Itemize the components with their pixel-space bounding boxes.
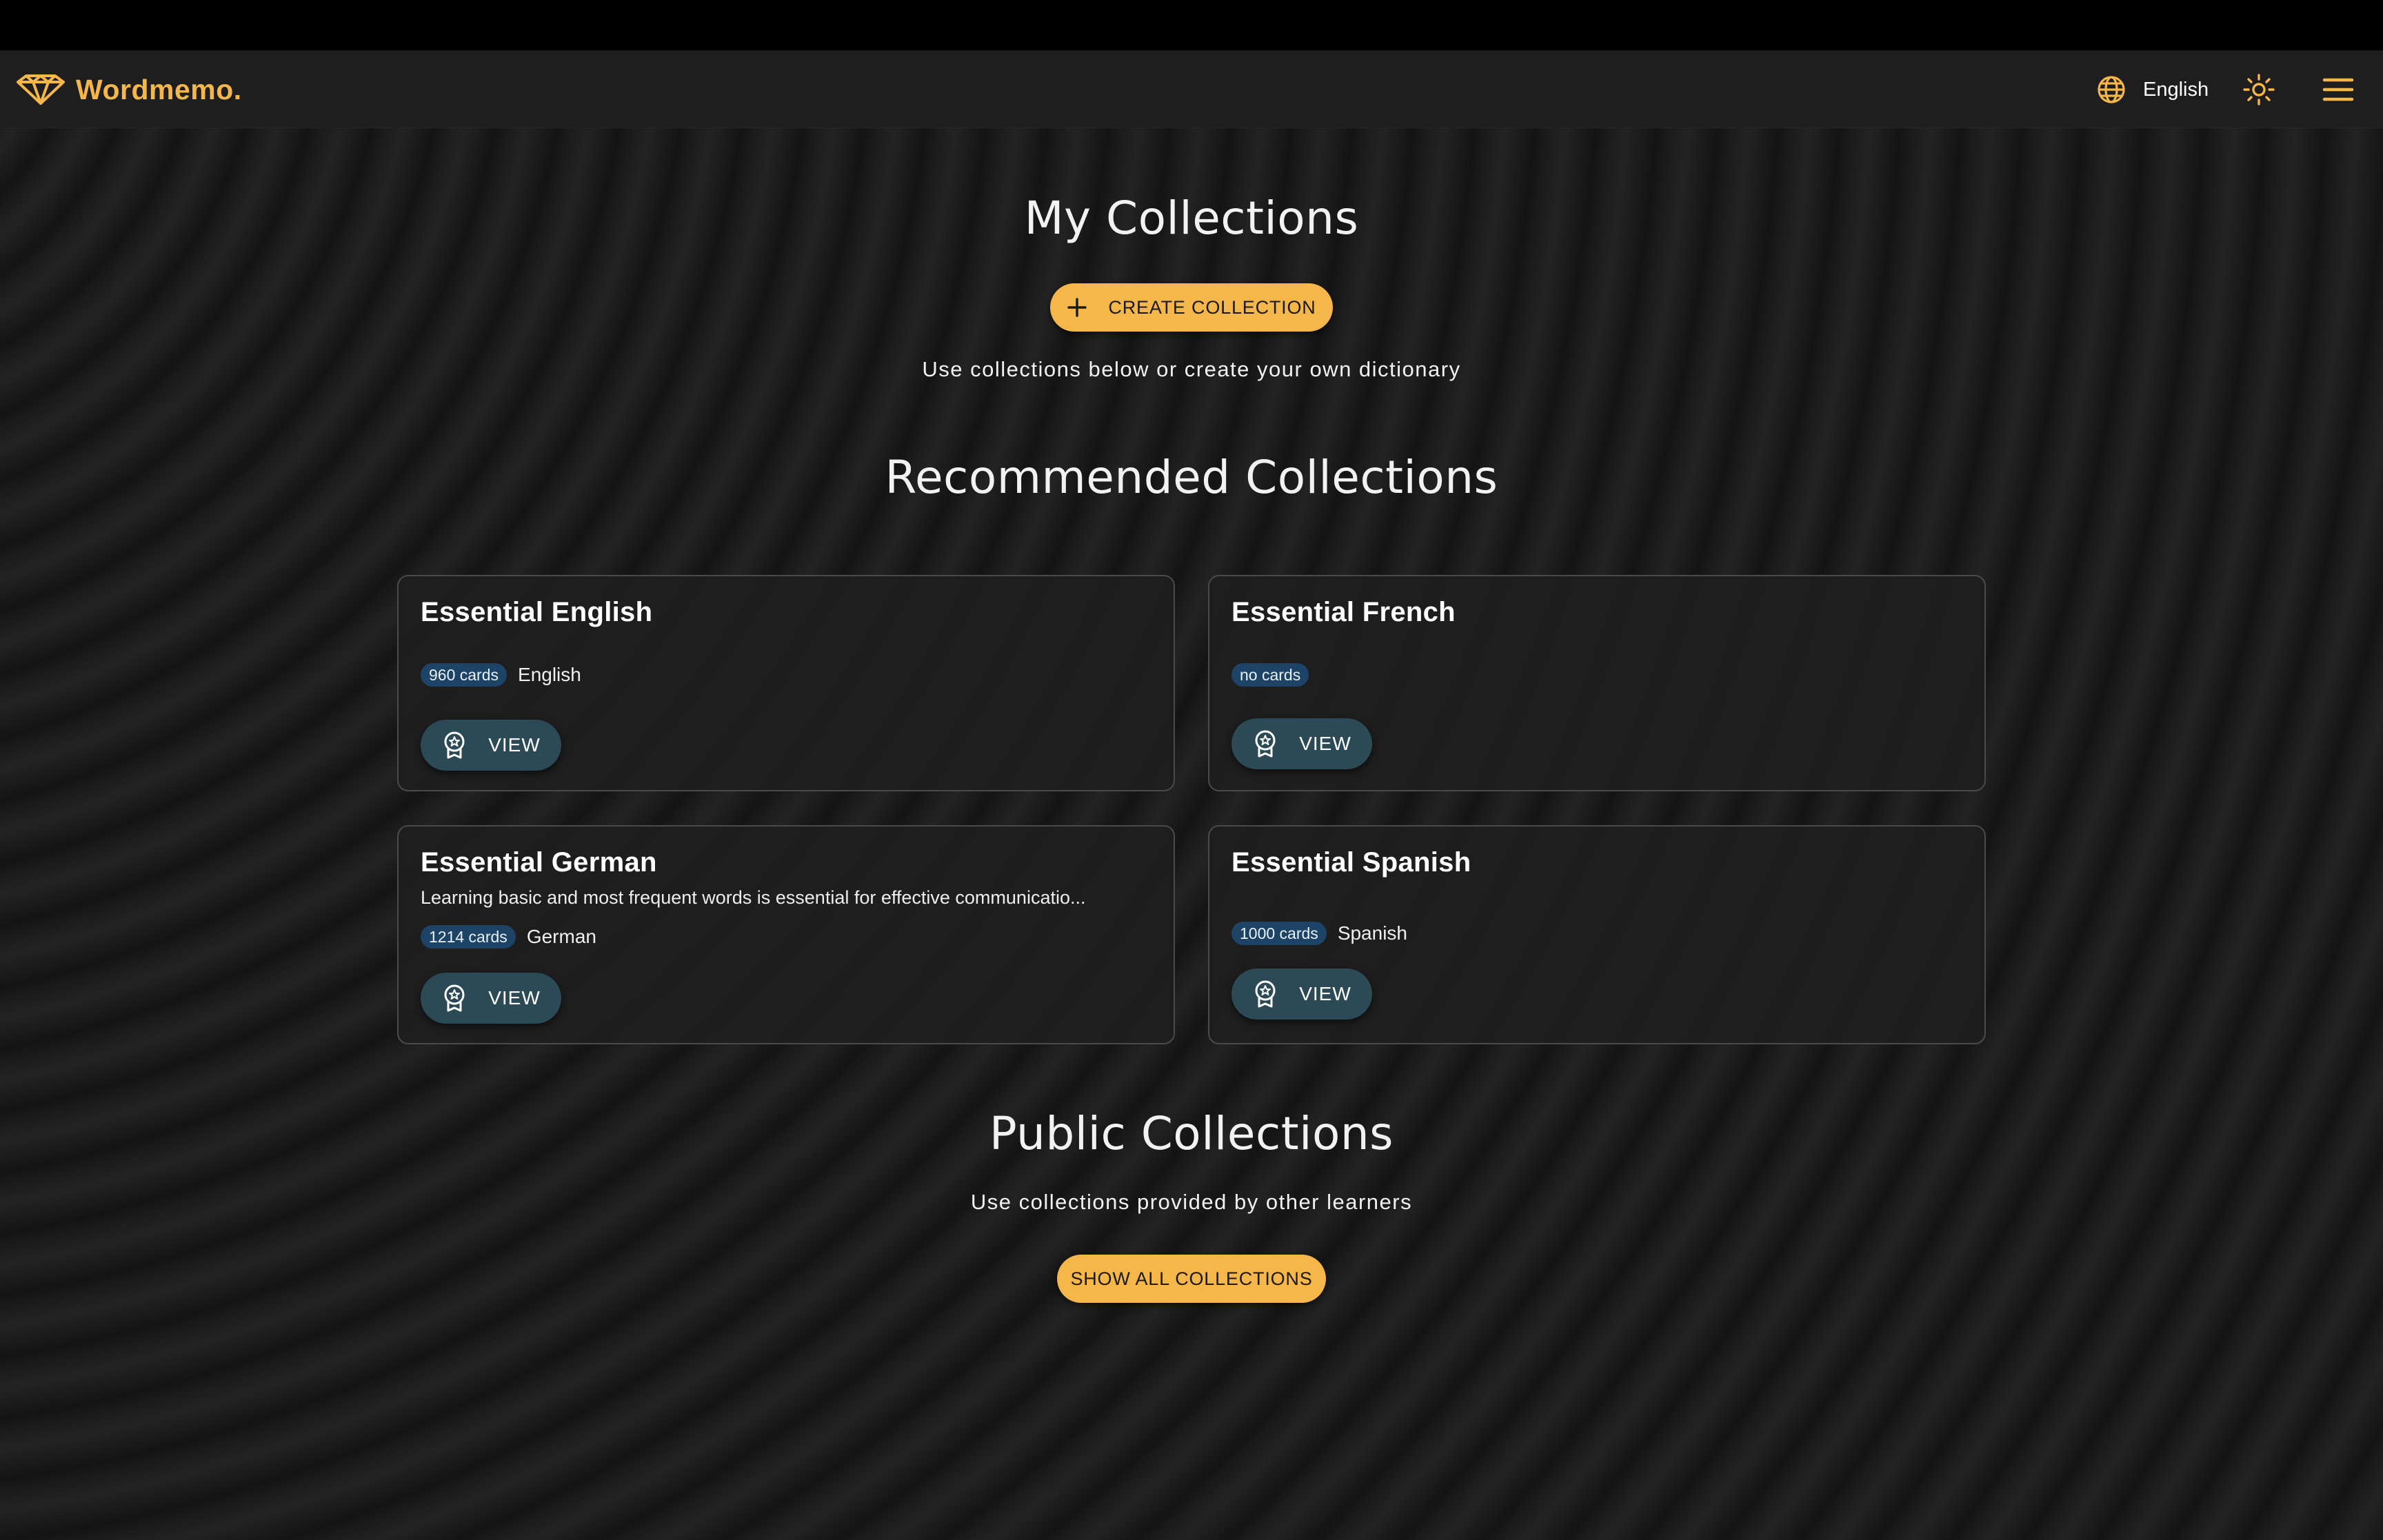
globe-icon: [2098, 76, 2125, 103]
award-badge-icon: [444, 731, 465, 759]
card-language: German: [526, 926, 596, 947]
view-button[interactable]: VIEW: [1231, 718, 1372, 769]
card-count-badge: no cards: [1231, 663, 1309, 687]
app-header: Wordmemo. English: [0, 50, 2383, 128]
main-content: My Collections CREATE COLLECTION Use col…: [0, 128, 2383, 1540]
my-collections-subtitle: Use collections below or create your own…: [922, 357, 1461, 381]
show-all-collections-label: SHOW ALL COLLECTIONS: [1070, 1268, 1313, 1289]
create-collection-label: CREATE COLLECTION: [1108, 296, 1316, 318]
card-title: Essential Spanish: [1231, 847, 1471, 878]
plus-icon: [1067, 298, 1087, 317]
card-description: Learning basic and most frequent words i…: [421, 887, 1086, 908]
view-label: VIEW: [488, 987, 541, 1009]
view-label: VIEW: [488, 734, 541, 756]
collection-card-english: Essential English 960 cards English VIEW: [397, 575, 1175, 791]
card-title: Essential German: [421, 847, 657, 878]
award-badge-icon: [444, 984, 465, 1012]
view-label: VIEW: [1299, 983, 1351, 1004]
card-language: Spanish: [1337, 922, 1407, 944]
collection-card-german: Essential German Learning basic and most…: [397, 825, 1175, 1044]
card-title: Essential English: [421, 597, 653, 627]
public-collections-subtitle: Use collections provided by other learne…: [970, 1190, 1413, 1214]
collection-card-french: Essential French no cards VIEW: [1208, 575, 1986, 791]
card-meta: 1214 cards German: [421, 925, 596, 949]
card-count-badge: 1000 cards: [1231, 922, 1327, 945]
diamond-logo-icon: [17, 74, 65, 105]
card-language: English: [518, 664, 581, 685]
brand-name: Wordmemo.: [76, 73, 242, 105]
language-selector[interactable]: English: [2096, 74, 2209, 105]
collection-card-spanish: Essential Spanish 1000 cards Spanish VIE…: [1208, 825, 1986, 1044]
card-meta: 1000 cards Spanish: [1231, 922, 1407, 945]
brand-logo[interactable]: Wordmemo.: [15, 71, 242, 108]
show-all-collections-button[interactable]: SHOW ALL COLLECTIONS: [1057, 1255, 1326, 1303]
window-top-bar: [0, 0, 2383, 50]
card-count-badge: 960 cards: [421, 663, 507, 687]
language-label: English: [2143, 78, 2209, 101]
award-badge-icon: [1255, 980, 1276, 1008]
card-count-badge: 1214 cards: [421, 925, 516, 949]
view-button[interactable]: VIEW: [1231, 969, 1372, 1020]
view-button[interactable]: VIEW: [421, 973, 561, 1024]
recommended-collections-title: Recommended Collections: [885, 451, 1498, 504]
award-badge-icon: [1255, 730, 1276, 758]
view-label: VIEW: [1299, 733, 1351, 754]
hamburger-menu-icon[interactable]: [2322, 77, 2354, 103]
card-meta: no cards: [1231, 663, 1309, 687]
view-button[interactable]: VIEW: [421, 720, 561, 771]
public-collections-title: Public Collections: [989, 1107, 1394, 1160]
card-title: Essential French: [1231, 597, 1456, 627]
create-collection-button[interactable]: CREATE COLLECTION: [1050, 283, 1333, 332]
sun-icon[interactable]: [2242, 73, 2275, 106]
card-meta: 960 cards English: [421, 663, 581, 687]
my-collections-title: My Collections: [1024, 192, 1359, 245]
